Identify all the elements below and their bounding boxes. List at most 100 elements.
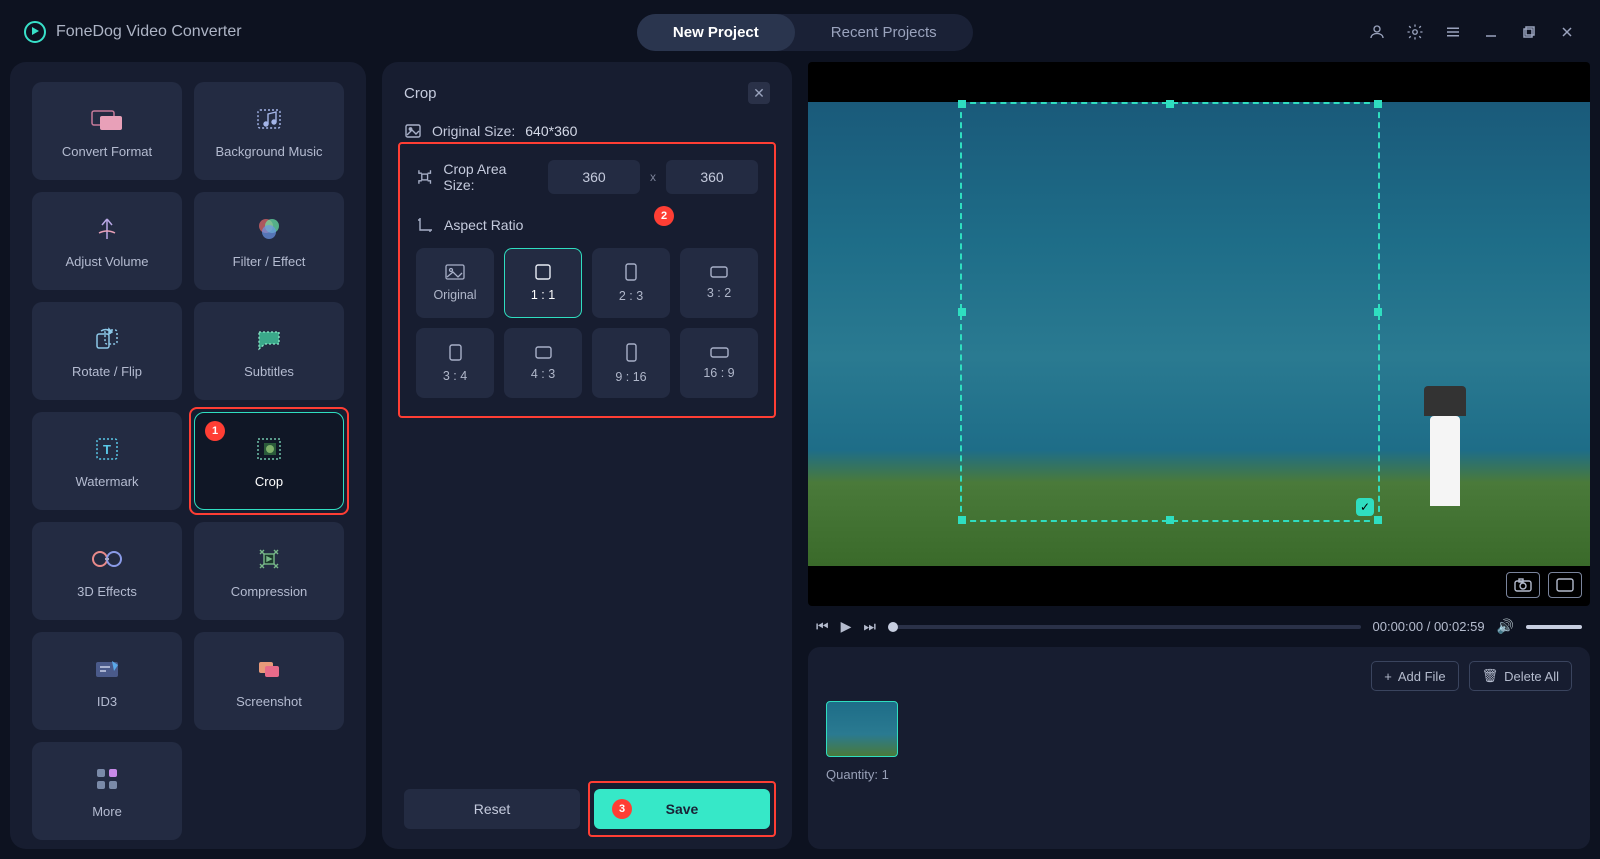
- tool-screenshot[interactable]: Screenshot: [194, 632, 344, 730]
- crop-handle-bottom-left[interactable]: [958, 516, 966, 524]
- camera-icon[interactable]: [1506, 572, 1540, 598]
- progress-knob[interactable]: [888, 622, 898, 632]
- tool-filter-effect[interactable]: Filter / Effect: [194, 192, 344, 290]
- ratio-2-3[interactable]: 2 : 3: [592, 248, 670, 318]
- time-display: 00:00:00 / 00:02:59: [1373, 619, 1485, 634]
- tool-label: Convert Format: [62, 144, 152, 159]
- annotation-badge-1: 1: [205, 421, 225, 441]
- player-controls: ⏮ ▶ ⏭ 00:00:00 / 00:02:59 🔊: [808, 618, 1590, 635]
- trash-icon: 🗑: [1482, 668, 1499, 684]
- tab-new-project[interactable]: New Project: [637, 14, 795, 51]
- aspect-ratio-icon: [416, 216, 434, 234]
- ratio-3-2[interactable]: 3 : 2: [680, 248, 758, 318]
- screenshot-icon: [251, 654, 287, 684]
- tool-3d-effects[interactable]: 3D Effects: [32, 522, 182, 620]
- tool-label: Subtitles: [244, 364, 294, 379]
- tool-background-music[interactable]: Background Music: [194, 82, 344, 180]
- crop-handle-top-left[interactable]: [958, 100, 966, 108]
- volume-slider[interactable]: [1526, 625, 1582, 629]
- id3-icon: [89, 654, 125, 684]
- tool-label: Filter / Effect: [233, 254, 306, 269]
- crop-handle-mid-left[interactable]: [958, 308, 966, 316]
- tool-more[interactable]: More: [32, 742, 182, 840]
- ratio-original[interactable]: Original: [416, 248, 494, 318]
- video-preview[interactable]: ✓: [808, 62, 1590, 606]
- close-button[interactable]: [1558, 23, 1576, 41]
- tab-recent-projects[interactable]: Recent Projects: [795, 14, 973, 51]
- tool-crop[interactable]: Crop 1: [194, 412, 344, 510]
- play-button[interactable]: ▶: [841, 618, 852, 635]
- ratio-label: 1 : 1: [531, 288, 555, 302]
- prev-frame-button[interactable]: ⏮: [816, 618, 829, 635]
- ratio-label: 2 : 3: [619, 289, 643, 303]
- crop-area-icon: [416, 168, 433, 186]
- crop-handle-mid-right[interactable]: [1374, 308, 1382, 316]
- account-icon[interactable]: [1368, 23, 1386, 41]
- crop-handle-top-right[interactable]: [1374, 100, 1382, 108]
- app-brand: FoneDog Video Converter: [24, 21, 242, 43]
- crop-handle-bottom-mid[interactable]: [1166, 516, 1174, 524]
- minimize-button[interactable]: [1482, 23, 1500, 41]
- aspect-ratio-row: Aspect Ratio: [416, 216, 758, 234]
- title-bar: FoneDog Video Converter New Project Rece…: [10, 10, 1590, 54]
- project-tabs: New Project Recent Projects: [637, 14, 973, 51]
- original-size-label: Original Size:: [432, 123, 515, 139]
- crop-handle-bottom-right[interactable]: [1374, 516, 1382, 524]
- tool-label: Watermark: [75, 474, 138, 489]
- volume-icon[interactable]: 🔊: [1497, 618, 1514, 635]
- window-controls: [1368, 23, 1576, 41]
- ratio-16-9[interactable]: 16 : 9: [680, 328, 758, 398]
- app-logo-icon: [24, 21, 46, 43]
- tool-id3[interactable]: ID3: [32, 632, 182, 730]
- delete-all-button[interactable]: 🗑Delete All: [1469, 661, 1572, 691]
- 3d-icon: [89, 544, 125, 574]
- settings-icon[interactable]: [1406, 23, 1424, 41]
- crop-height-input[interactable]: [666, 160, 758, 194]
- close-panel-button[interactable]: ✕: [748, 82, 770, 104]
- rotate-icon: [89, 324, 125, 354]
- tool-label: Crop: [255, 474, 283, 489]
- add-file-button[interactable]: +Add File: [1371, 661, 1458, 691]
- file-list-area: +Add File 🗑Delete All Quantity: 1: [808, 647, 1590, 849]
- aspect-ratio-grid: Original 1 : 1 2 : 3 3 : 2: [416, 248, 758, 398]
- crop-handle-top-mid[interactable]: [1166, 100, 1174, 108]
- tool-subtitles[interactable]: Subtitles: [194, 302, 344, 400]
- ratio-label: 4 : 3: [531, 367, 555, 381]
- music-icon: [251, 104, 287, 134]
- reset-button[interactable]: Reset: [404, 789, 580, 829]
- video-thumbnail[interactable]: [826, 701, 898, 757]
- volume-icon: [89, 214, 125, 244]
- svg-text:T: T: [103, 442, 111, 457]
- tool-adjust-volume[interactable]: Adjust Volume: [32, 192, 182, 290]
- dimension-separator: x: [650, 170, 656, 184]
- compression-icon: [251, 544, 287, 574]
- menu-icon[interactable]: [1444, 23, 1462, 41]
- crop-confirm-icon[interactable]: ✓: [1356, 498, 1374, 516]
- tool-compression[interactable]: Compression: [194, 522, 344, 620]
- tool-convert-format[interactable]: Convert Format: [32, 82, 182, 180]
- ratio-1-1[interactable]: 1 : 1: [504, 248, 582, 318]
- aspect-ratio-label: Aspect Ratio: [444, 217, 523, 233]
- tool-watermark[interactable]: T Watermark: [32, 412, 182, 510]
- tool-rotate-flip[interactable]: Rotate / Flip: [32, 302, 182, 400]
- crop-panel-title: Crop: [404, 85, 437, 102]
- ratio-3-4[interactable]: 3 : 4: [416, 328, 494, 398]
- progress-bar[interactable]: [888, 625, 1361, 629]
- next-frame-button[interactable]: ⏭: [863, 618, 876, 635]
- crop-selection-box[interactable]: ✓: [960, 102, 1380, 522]
- preview-scene-element: [1420, 386, 1470, 506]
- original-size-value: 640*360: [525, 123, 577, 139]
- ratio-4-3[interactable]: 4 : 3: [504, 328, 582, 398]
- crop-area-label: Crop Area Size:: [443, 161, 538, 193]
- crop-panel: Crop ✕ Original Size: 640*360 2 Crop Are…: [382, 62, 792, 849]
- maximize-button[interactable]: [1520, 23, 1538, 41]
- more-icon: [89, 764, 125, 794]
- tool-label: Rotate / Flip: [72, 364, 142, 379]
- annotation-badge-3: 3: [612, 799, 632, 819]
- ratio-9-16[interactable]: 9 : 16: [592, 328, 670, 398]
- tool-label: ID3: [97, 694, 117, 709]
- fullscreen-icon[interactable]: [1548, 572, 1582, 598]
- plus-icon: +: [1384, 669, 1392, 684]
- tool-label: Adjust Volume: [65, 254, 148, 269]
- crop-width-input[interactable]: [548, 160, 640, 194]
